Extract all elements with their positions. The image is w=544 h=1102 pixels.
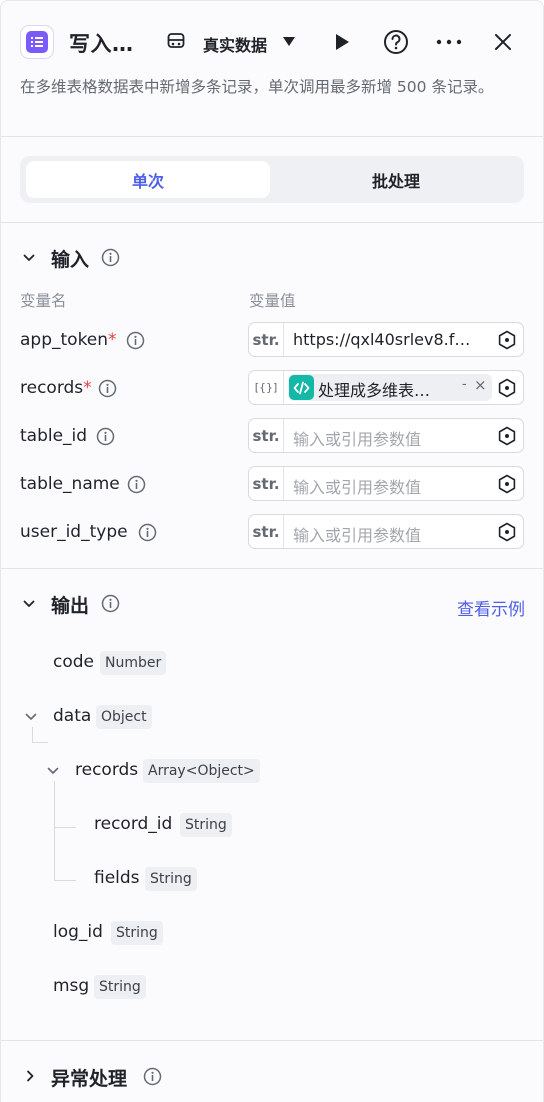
- info-icon[interactable]: [138, 523, 157, 542]
- output-field-name: records: [75, 760, 139, 780]
- app-token-field[interactable]: str. https://qxl40srlev8.f…: [248, 322, 524, 357]
- tree-line: [32, 742, 48, 743]
- table-name-input[interactable]: 输入或引用参数值: [293, 474, 483, 498]
- reference-variable-icon[interactable]: [497, 330, 517, 350]
- tree-line: [32, 727, 33, 743]
- reference-variable-icon[interactable]: [497, 474, 517, 494]
- tree-line: [54, 827, 76, 828]
- tab-single[interactable]: 单次: [26, 161, 270, 198]
- tree-line: [54, 880, 76, 881]
- reference-variable-icon[interactable]: [497, 426, 517, 446]
- bitable-app-icon: [20, 25, 54, 59]
- info-icon[interactable]: [96, 427, 115, 446]
- table-name-field[interactable]: str. 输入或引用参数值: [248, 466, 524, 501]
- mode-tabs: 单次 批处理: [20, 156, 524, 203]
- param-label-app-token: app_token*: [20, 330, 117, 350]
- mode-tabs-section: 单次 批处理: [1, 138, 543, 223]
- info-icon[interactable]: [127, 475, 146, 494]
- required-mark: *: [83, 378, 92, 398]
- param-label-user-id-type: user_id_type: [20, 522, 128, 542]
- output-field-type: Object: [96, 705, 152, 729]
- records-field[interactable]: [{}] 处理成多维表… - ×: [248, 370, 524, 405]
- tag-separator: -: [462, 377, 467, 392]
- panel-header: 写入… 真实数据 在多维表格数据表中新增多条记录，单次调用最多新增 500 条记…: [1, 1, 543, 137]
- reference-tag-label: 处理成多维表…: [318, 381, 431, 400]
- output-section-title[interactable]: 输出: [51, 591, 89, 618]
- table-id-input[interactable]: 输入或引用参数值: [293, 426, 483, 450]
- section-divider: [1, 1040, 543, 1041]
- help-icon: [384, 30, 408, 54]
- chevron-down-icon[interactable]: [23, 598, 35, 610]
- data-mode-select[interactable]: 真实数据: [203, 32, 267, 56]
- output-field-name: record_id: [94, 814, 173, 834]
- param-label-table-id: table_id: [20, 426, 88, 446]
- required-mark: *: [108, 330, 117, 350]
- output-field-type: String: [145, 867, 197, 891]
- remove-tag-icon[interactable]: ×: [474, 376, 487, 394]
- output-field-type: String: [94, 975, 146, 999]
- reference-tag[interactable]: 处理成多维表… - ×: [288, 374, 492, 401]
- run-button[interactable]: [328, 28, 356, 56]
- output-field-type: String: [111, 921, 163, 945]
- output-field-name: data: [53, 706, 92, 726]
- node-description: 在多维表格数据表中新增多条记录，单次调用最多新增 500 条记录。: [20, 78, 494, 96]
- app-token-value[interactable]: https://qxl40srlev8.f…: [293, 330, 483, 349]
- info-icon[interactable]: [143, 1067, 162, 1086]
- output-field-name: fields: [94, 868, 140, 888]
- more-button[interactable]: [435, 28, 463, 56]
- help-button[interactable]: [382, 28, 410, 56]
- output-field-name: msg: [53, 976, 90, 996]
- table-id-field[interactable]: str. 输入或引用参数值: [248, 418, 524, 453]
- reference-variable-icon[interactable]: [497, 378, 517, 398]
- col-header-name: 变量名: [20, 292, 67, 310]
- type-badge: str.: [249, 515, 284, 548]
- section-divider: [1, 568, 543, 569]
- info-icon[interactable]: [101, 248, 120, 267]
- chevron-down-icon[interactable]: [47, 765, 59, 777]
- type-badge: str.: [249, 467, 284, 500]
- code-icon: [289, 375, 314, 400]
- chevron-down-icon[interactable]: [23, 252, 35, 264]
- tree-line: [54, 781, 55, 881]
- type-badge: [{}]: [249, 371, 284, 404]
- exception-section-title[interactable]: 异常处理: [51, 1064, 127, 1091]
- info-icon[interactable]: [126, 331, 145, 350]
- output-field-type: String: [180, 813, 232, 837]
- output-field-type: Number: [100, 651, 167, 675]
- param-label-records: records*: [20, 378, 92, 398]
- param-label-table-name: table_name: [20, 474, 120, 494]
- close-button[interactable]: [489, 28, 517, 56]
- col-header-value: 变量值: [249, 292, 296, 310]
- caret-down-icon[interactable]: [283, 37, 295, 46]
- output-field-name: log_id: [53, 922, 103, 942]
- user-id-type-field[interactable]: str. 输入或引用参数值: [248, 514, 524, 549]
- user-id-type-input[interactable]: 输入或引用参数值: [293, 522, 483, 546]
- input-section-title[interactable]: 输入: [51, 245, 89, 272]
- play-icon: [336, 34, 349, 50]
- node-title[interactable]: 写入…: [69, 28, 134, 58]
- node-config-panel: 写入… 真实数据 在多维表格数据表中新增多条记录，单次调用最多新增 500 条记…: [0, 0, 544, 1102]
- info-icon[interactable]: [98, 379, 117, 398]
- type-badge: str.: [249, 323, 284, 356]
- chevron-right-icon[interactable]: [24, 1070, 36, 1082]
- output-field-name: code: [53, 652, 94, 672]
- reference-variable-icon[interactable]: [497, 522, 517, 542]
- more-icon: [436, 39, 462, 45]
- chevron-down-icon[interactable]: [25, 711, 37, 723]
- info-icon[interactable]: [101, 594, 120, 613]
- type-badge: str.: [249, 419, 284, 452]
- data-source-icon[interactable]: [166, 31, 186, 51]
- view-example-link[interactable]: 查看示例: [457, 595, 525, 620]
- close-icon: [495, 34, 511, 50]
- tab-batch[interactable]: 批处理: [274, 161, 518, 198]
- output-field-type: Array<Object>: [143, 759, 260, 783]
